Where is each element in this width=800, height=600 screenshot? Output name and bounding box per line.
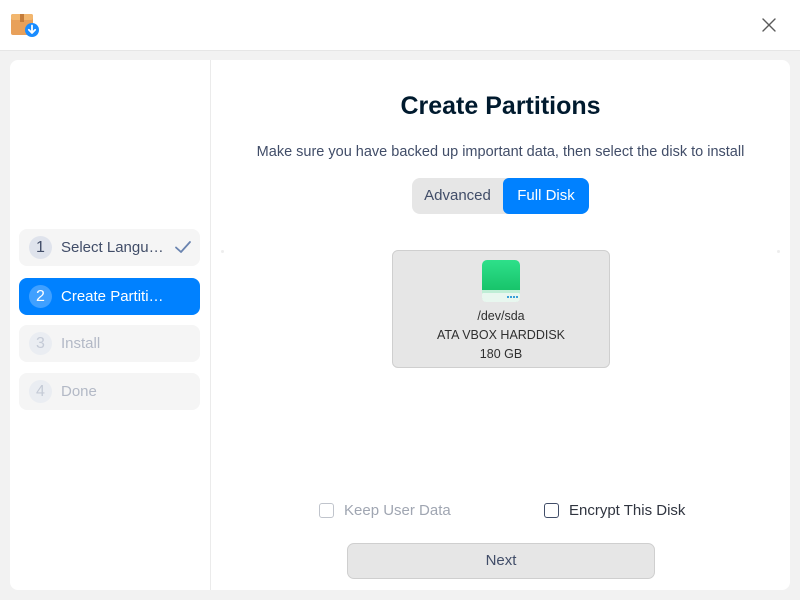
steps-sidebar: 1 Select Langua… 2 Create Partiti… 3 Ins…: [10, 60, 211, 590]
hard-disk-icon: [482, 260, 520, 302]
step-label: Done: [61, 383, 97, 400]
disk-card-sda[interactable]: /dev/sda ATA VBOX HARDDISK 180 GB: [392, 250, 610, 368]
sidebar-step-select-language[interactable]: 1 Select Langua…: [19, 229, 200, 266]
step-number: 4: [29, 380, 52, 403]
title-bar: [0, 0, 800, 51]
installer-panel: 1 Select Langua… 2 Create Partiti… 3 Ins…: [10, 60, 790, 590]
step-label: Install: [61, 335, 101, 352]
page-title: Create Partitions: [400, 92, 601, 120]
sidebar-step-create-partitions[interactable]: 2 Create Partiti…: [19, 278, 200, 315]
keep-user-data-checkbox: Keep User Data: [319, 500, 451, 520]
disk-model: ATA VBOX HARDDISK: [436, 328, 566, 342]
advanced-mode-button[interactable]: Advanced: [412, 178, 503, 214]
checkbox-box[interactable]: [544, 502, 559, 518]
page-subtitle: Make sure you have backed up important d…: [256, 144, 745, 160]
step-number: 2: [29, 285, 52, 308]
main-content: Create Partitions Make sure you have bac…: [211, 60, 790, 590]
partition-mode-switch: Advanced Full Disk: [412, 178, 589, 214]
step-number: 1: [29, 236, 52, 259]
step-number: 3: [29, 332, 52, 355]
step-label: Create Partiti…: [61, 288, 164, 305]
sidebar-step-install: 3 Install: [19, 325, 200, 362]
step-label: Select Langua…: [61, 239, 169, 256]
scroll-hint-left: [221, 250, 224, 253]
disk-size: 180 GB: [479, 347, 523, 361]
disk-device: /dev/sda: [477, 309, 525, 323]
sidebar-step-done: 4 Done: [19, 373, 200, 410]
package-download-icon: [11, 14, 39, 37]
close-icon[interactable]: [758, 14, 780, 36]
encrypt-disk-checkbox[interactable]: Encrypt This Disk: [544, 500, 685, 520]
encrypt-disk-label: Encrypt This Disk: [569, 501, 686, 519]
keep-user-data-label: Keep User Data: [344, 501, 451, 519]
full-disk-mode-button[interactable]: Full Disk: [503, 178, 589, 214]
checkbox-box: [319, 502, 334, 518]
next-button[interactable]: Next: [347, 543, 655, 579]
scroll-hint-right: [777, 250, 780, 253]
checkmark-icon: [175, 241, 191, 253]
